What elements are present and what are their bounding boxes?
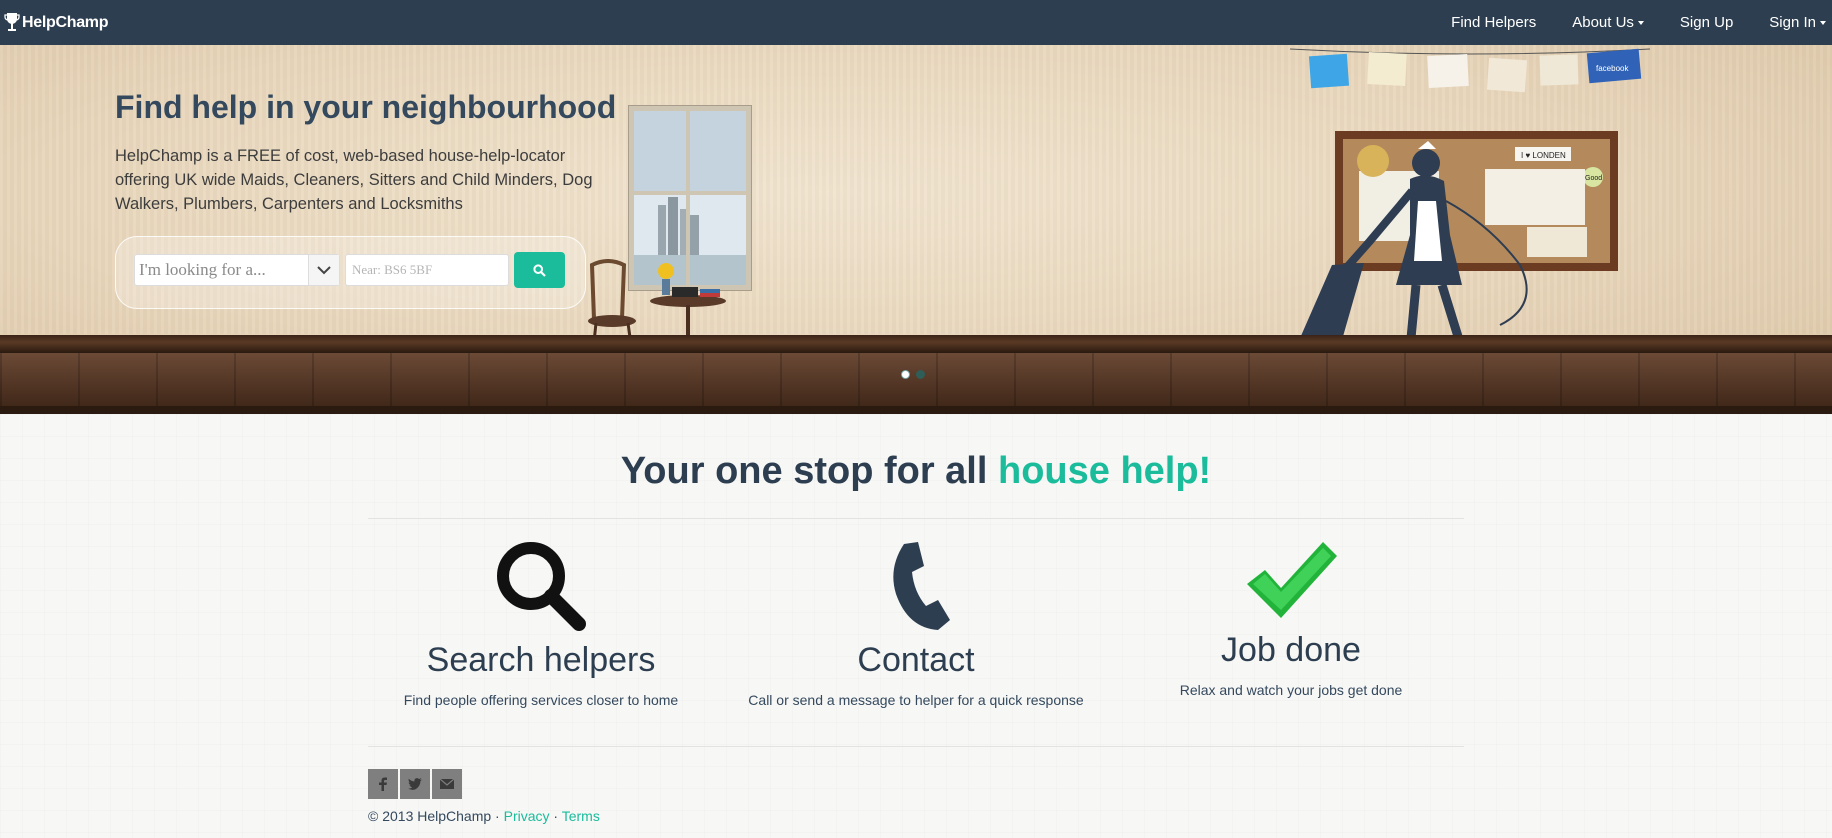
service-select[interactable]: I'm looking for a...	[134, 254, 340, 286]
service-select-placeholder: I'm looking for a...	[139, 260, 266, 279]
facebook-icon	[379, 777, 387, 791]
clothesline-illustration: facebook	[1290, 48, 1650, 93]
nav-find-helpers[interactable]: Find Helpers	[1433, 0, 1554, 45]
checkmark-icon	[1247, 542, 1337, 618]
privacy-link[interactable]: Privacy	[504, 808, 550, 824]
twitter-icon	[408, 778, 422, 790]
hero-description: HelpChamp is a FREE of cost, web-based h…	[115, 147, 593, 213]
nav-sign-in[interactable]: Sign In	[1751, 0, 1832, 45]
hero-carousel: facebook I ♥ LONDEN Good Find help in yo…	[0, 45, 1832, 414]
feature-job-done-desc: Relax and watch your jobs get done	[1179, 682, 1403, 698]
phone-icon	[893, 542, 950, 630]
search-button[interactable]	[514, 252, 565, 288]
nav-sign-up-label: Sign Up	[1679, 14, 1734, 31]
feature-search: Search helpers Find people offering serv…	[361, 538, 721, 708]
feature-contact-title: Contact	[857, 641, 975, 679]
terms-link[interactable]: Terms	[562, 808, 600, 824]
nav-about-us-label: About Us	[1572, 14, 1634, 31]
email-button[interactable]	[432, 769, 462, 799]
features-section: Your one stop for all house help! Search…	[0, 414, 1832, 838]
nav-menu: Find Helpers About Us Sign Up Sign In	[1433, 0, 1832, 45]
chevron-down-icon[interactable]	[308, 255, 339, 285]
top-navbar: HelpChamp Find Helpers About Us Sign Up …	[0, 0, 1832, 45]
facebook-button[interactable]	[368, 769, 398, 799]
footer-separator: ·	[549, 808, 562, 824]
brand-name: HelpChamp	[22, 13, 109, 31]
floor-edge	[0, 406, 1832, 414]
footer-copyright: © 2013 HelpChamp · Privacy · Terms	[368, 808, 600, 824]
copyright-text: © 2013 HelpChamp ·	[368, 808, 504, 824]
divider-top	[368, 518, 1464, 519]
tagline: Your one stop for all house help!	[0, 450, 1832, 493]
brand-logo[interactable]: HelpChamp	[0, 12, 109, 34]
carousel-dot-2[interactable]	[916, 370, 925, 379]
nav-sign-up[interactable]: Sign Up	[1662, 0, 1751, 45]
magnifier-icon	[497, 542, 586, 631]
search-form: I'm looking for a...	[115, 236, 586, 309]
feature-search-title: Search helpers	[426, 641, 656, 679]
tagline-main: Your one stop for all	[620, 450, 988, 492]
location-input[interactable]	[345, 254, 509, 286]
divider-bottom	[368, 746, 1464, 747]
mail-icon	[440, 779, 454, 789]
trophy-icon	[4, 12, 20, 31]
search-icon	[533, 263, 546, 277]
tagline-accent: house help!	[997, 450, 1212, 492]
good-note: Good	[1585, 175, 1602, 182]
feature-job-done-title: Job done	[1221, 631, 1361, 669]
social-buttons	[368, 769, 462, 799]
caret-down-icon	[1637, 20, 1644, 25]
twitter-button[interactable]	[400, 769, 430, 799]
carousel-dot-1[interactable]	[901, 370, 910, 379]
nav-sign-in-label: Sign In	[1769, 14, 1816, 31]
feature-job-done: Job done Relax and watch your jobs get d…	[1111, 538, 1471, 698]
hero-title: Find help in your neighbourhood	[115, 89, 617, 125]
feature-search-desc: Find people offering services closer to …	[403, 692, 679, 708]
nav-find-helpers-label: Find Helpers	[1451, 14, 1537, 31]
carousel-indicators	[901, 370, 925, 379]
baseboard	[0, 335, 1832, 353]
facebook-label: facebook	[1596, 64, 1629, 73]
feature-contact-desc: Call or send a message to helper for a q…	[748, 692, 1084, 708]
wooden-floor	[0, 353, 1832, 414]
caret-down-icon	[1820, 20, 1826, 25]
nav-about-us[interactable]: About Us	[1554, 0, 1662, 45]
feature-contact: Contact Call or send a message to helper…	[736, 538, 1096, 708]
